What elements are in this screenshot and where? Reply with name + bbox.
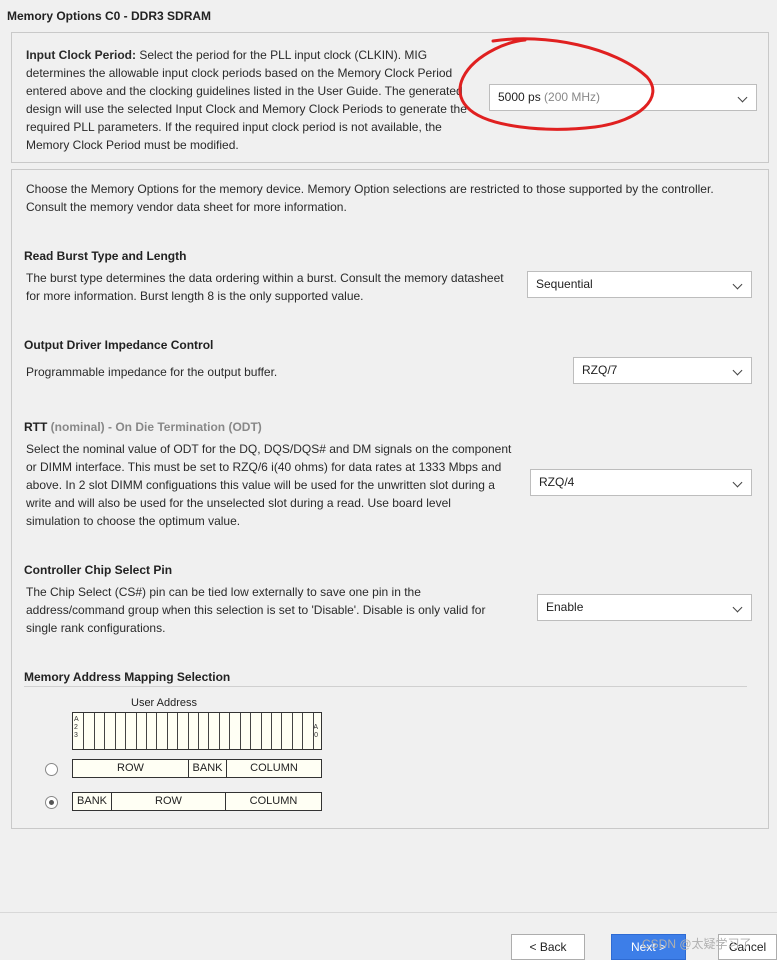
chip-select-description: The Chip Select (CS#) pin can be tied lo… [26,583,526,637]
bit-divider [114,713,116,749]
bit-divider [145,713,147,749]
bit-divider [135,713,137,749]
field-row: ROW [112,793,226,810]
intro-line-1: Consult the memory vendor data sheet for… [26,200,347,214]
mapping-option-row-bank-column[interactable]: ROW BANK COLUMN [72,759,322,778]
input-clock-line-5: Memory Clock Period must be modified. [26,138,239,152]
read-burst-line-1: for more information. Burst length 8 is … [26,289,364,303]
rtt-value: RZQ/4 [539,475,575,489]
output-driver-title: Output Driver Impedance Control [24,338,214,352]
field-row: ROW [73,760,189,777]
bit-divider [291,713,293,749]
chevron-down-icon [732,602,743,613]
rtt-select[interactable]: RZQ/4 [530,469,752,496]
bit-divider [166,713,168,749]
rtt-title: RTT (nominal) - On Die Termination (ODT) [24,420,262,434]
field-bank: BANK [189,760,227,777]
chip-select-value: Enable [546,600,584,614]
bit-divider [260,713,262,749]
chip-select-title: Controller Chip Select Pin [24,563,173,577]
bit-divider [177,713,179,749]
rtt-title-main: RTT [24,420,48,434]
rtt-line-1: or DIMM interface. This must be set to R… [26,460,502,474]
input-clock-line-2: entered above and the clocking guideline… [26,84,463,98]
bit-divider [93,713,95,749]
memory-options-intro: Choose the Memory Options for the memory… [26,180,761,216]
red-circle-annotation [458,37,655,131]
rtt-line-4: simulation to choose the optimum value. [26,514,241,528]
mapping-option-bank-row-column-radio[interactable] [45,796,58,809]
read-burst-description: The burst type determines the data order… [26,269,526,305]
page-title: Memory Options C0 - DDR3 SDRAM [7,9,212,23]
input-clock-line-3: design will use the selected Input Clock… [26,102,467,116]
bit-divider [83,713,85,749]
bit-divider [270,713,272,749]
bit-divider [187,713,189,749]
field-column: COLUMN [250,762,298,774]
bit-divider [156,713,158,749]
field-bank: BANK [73,793,112,810]
chevron-down-icon [737,92,748,103]
input-clock-description: Input Clock Period: Select the period fo… [26,46,486,154]
bit-divider [250,713,252,749]
input-clock-line-1: determines the allowable input clock per… [26,66,453,80]
watermark: CSDN @太疑学习了 [642,937,752,951]
chevron-down-icon [732,477,743,488]
mapping-option-bank-row-column[interactable]: BANK ROW COLUMN [72,792,322,811]
read-burst-value: Sequential [536,277,593,291]
bit-divider [104,713,106,749]
chevron-down-icon [732,365,743,376]
read-burst-line-0: The burst type determines the data order… [26,271,504,285]
read-burst-title: Read Burst Type and Length [24,249,187,263]
chevron-down-icon [732,279,743,290]
chip-select-line-2: single rank configurations. [26,621,166,635]
low-bit-label-0: 0 [314,732,318,739]
high-bit-label-3: 3 [74,732,78,739]
high-bit-label-a: A [74,716,79,723]
chip-select-line-0: The Chip Select (CS#) pin can be tied lo… [26,585,421,599]
rtt-title-rest: (nominal) - On Die Termination (ODT) [47,420,262,434]
input-clock-line-4: required PLL parameters. If the required… [26,120,442,134]
input-clock-line-0: Select the period for the PLL input cloc… [136,48,428,62]
output-driver-select[interactable]: RZQ/7 [573,357,752,384]
rtt-line-2: above. In 2 slot DIMM configuations this… [26,478,495,492]
rtt-line-3: write and will also be used for the unse… [26,496,451,510]
back-button[interactable]: < Back [511,934,585,960]
field-column: COLUMN [249,795,298,807]
rtt-line-0: Select the nominal value of ODT for the … [26,442,512,456]
high-bit-label-2: 2 [74,724,78,731]
bit-divider [198,713,199,749]
chip-select-select[interactable]: Enable [537,594,752,621]
input-clock-label: Input Clock Period: [26,48,137,62]
user-address-label: User Address [131,697,198,709]
address-mapping-title: Memory Address Mapping Selection [24,670,231,684]
address-mapping-divider [24,686,747,687]
output-driver-value: RZQ/7 [582,363,618,377]
read-burst-select[interactable]: Sequential [527,271,752,298]
bit-divider [218,713,220,749]
bit-divider [302,713,304,749]
bit-divider [281,713,283,749]
bit-divider [312,713,314,749]
bit-divider [125,713,127,749]
chip-select-line-1: address/command group when this selectio… [26,603,486,617]
bit-divider [239,713,241,749]
bit-divider [208,713,210,749]
user-address-bits: A 2 3 A 0 [72,712,322,750]
rtt-description: Select the nominal value of ODT for the … [26,440,526,530]
intro-line-0: Choose the Memory Options for the memory… [26,182,714,196]
low-bit-label-a: A [313,724,318,731]
output-driver-description: Programmable impedance for the output bu… [26,365,278,379]
bit-divider [229,713,231,749]
mapping-option-row-bank-column-radio[interactable] [45,763,58,776]
